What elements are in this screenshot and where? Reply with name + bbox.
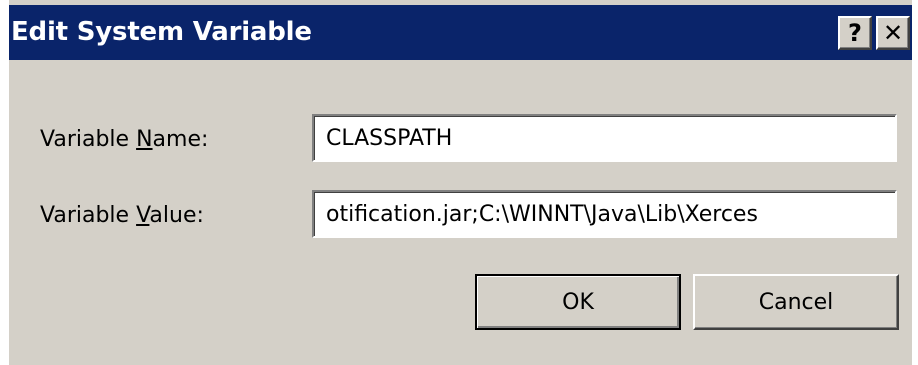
ok-button-label: OK xyxy=(562,289,594,315)
title-bar[interactable]: Edit System Variable ? ✕ xyxy=(9,5,912,60)
ok-button[interactable]: OK xyxy=(475,274,681,330)
close-icon: ✕ xyxy=(882,19,904,47)
help-button[interactable]: ? xyxy=(838,16,872,50)
cancel-button-label: Cancel xyxy=(758,289,834,315)
cancel-button[interactable]: Cancel xyxy=(693,274,899,330)
variable-value-input[interactable] xyxy=(312,190,897,238)
name-accelerator-key: N xyxy=(136,127,153,152)
variable-name-label: Variable Name: xyxy=(40,127,209,152)
question-mark-icon: ? xyxy=(848,19,862,47)
close-button[interactable]: ✕ xyxy=(876,16,910,50)
edit-system-variable-dialog: Edit System Variable ? ✕ Variable Name: … xyxy=(9,0,912,365)
variable-value-label: Variable Value: xyxy=(40,203,204,228)
dialog-title: Edit System Variable xyxy=(11,17,312,47)
variable-name-input[interactable] xyxy=(312,114,897,162)
value-accelerator-key: V xyxy=(136,203,150,228)
